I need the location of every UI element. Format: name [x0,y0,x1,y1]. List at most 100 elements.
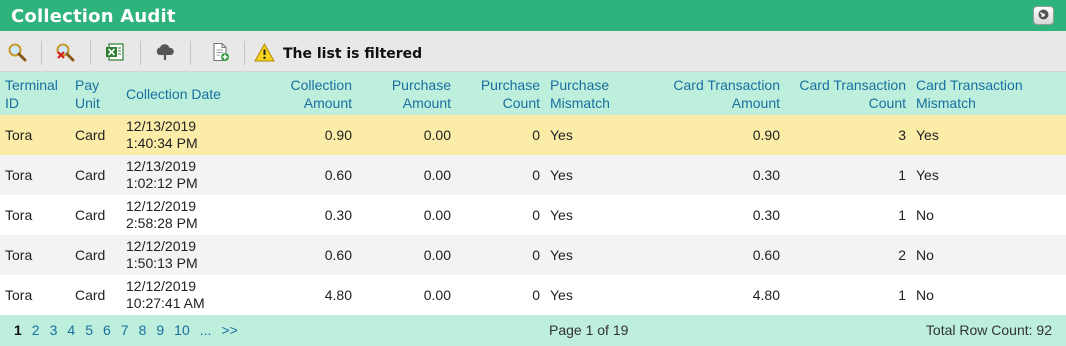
cell-purchase-count: 0 [456,155,545,195]
cell-purchase-amount: 0.00 [357,195,456,235]
cell-purchase-mismatch: Yes [545,235,659,275]
next-pages-link[interactable]: >> [221,322,237,338]
cell-pay-unit: Card [70,155,121,195]
cell-pay-unit: Card [70,235,121,275]
cell-purchase-amount: 0.00 [357,115,456,155]
column-header-card-transaction-count[interactable]: Card Transaction Count [785,72,911,115]
cell-card-transaction-mismatch: Yes [911,115,1066,155]
cell-purchase-count: 0 [456,275,545,315]
page-info: Page 1 of 19 [549,322,629,338]
cell-collection-amount: 0.90 [247,115,357,155]
page-link[interactable]: 3 [50,322,58,338]
toolbar: The list is filtered [0,31,1066,72]
column-header-collection-date[interactable]: Collection Date [121,72,247,115]
filter-warning: The list is filtered [254,42,423,65]
pager: 1 2 3 4 5 6 7 8 9 10... >> Page 1 of 19 Total Row … [0,315,1066,346]
clear-filter-button[interactable] [54,42,76,64]
column-header-purchase-amount[interactable]: Purchase Amount [357,72,456,115]
minimize-button[interactable] [1033,6,1054,25]
table-row[interactable]: Tora Card 12/13/2019 1:02:12 PM 0.60 0.00 0 Yes… [0,155,1066,195]
upload-button[interactable] [154,42,176,64]
table-row[interactable]: Tora Card 12/13/2019 1:40:34 PM 0.90 0.00 0 Yes… [0,115,1066,155]
search-button[interactable] [6,42,28,64]
cell-purchase-count: 0 [456,235,545,275]
page-links: 1 2 3 4 5 6 7 8 9 10... >> [14,322,248,338]
title-bar: Collection Audit [0,0,1066,31]
page-link[interactable]: 7 [121,322,129,338]
cell-purchase-mismatch: Yes [545,115,659,155]
table-row[interactable]: Tora Card 12/12/2019 1:50:13 PM 0.60 0.00 0 Yes… [0,235,1066,275]
table-header-row: Terminal ID Pay Unit Collection Date Colle… [0,72,1066,115]
cell-collection-date: 12/12/2019 10:27:41 AM [121,275,247,315]
page-link[interactable]: 6 [103,322,111,338]
column-header-purchase-mismatch[interactable]: Purchase Mismatch [545,72,659,115]
export-document-button[interactable] [209,42,231,64]
cell-collection-amount: 0.60 [247,235,357,275]
upload-icon [155,42,175,65]
export-excel-icon [105,42,125,65]
column-header-collection-amount[interactable]: Collection Amount [247,72,357,115]
more-pages-link[interactable]: ... [200,322,212,338]
cell-card-transaction-mismatch: No [911,235,1066,275]
export-document-icon [210,42,230,65]
cell-purchase-count: 0 [456,195,545,235]
cell-card-transaction-amount: 0.60 [659,235,785,275]
toolbar-divider [140,41,141,65]
column-header-pay-unit[interactable]: Pay Unit [70,72,121,115]
column-header-card-transaction-mismatch[interactable]: Card Transaction Mismatch [911,72,1066,115]
cell-purchase-amount: 0.00 [357,155,456,195]
cell-card-transaction-amount: 0.90 [659,115,785,155]
cell-card-transaction-amount: 0.30 [659,155,785,195]
page-link[interactable]: 1 [14,322,22,338]
cell-collection-date: 12/12/2019 2:58:28 PM [121,195,247,235]
filter-message: The list is filtered [283,46,423,62]
cell-collection-date: 12/13/2019 1:02:12 PM [121,155,247,195]
cell-collection-amount: 0.60 [247,155,357,195]
cell-card-transaction-mismatch: No [911,195,1066,235]
table-row[interactable]: Tora Card 12/12/2019 2:58:28 PM 0.30 0.00 0 Yes… [0,195,1066,235]
cell-card-transaction-count: 2 [785,235,911,275]
warning-icon [254,42,275,65]
cell-purchase-mismatch: Yes [545,275,659,315]
cell-card-transaction-amount: 4.80 [659,275,785,315]
cell-card-transaction-count: 1 [785,155,911,195]
page-link[interactable]: 2 [32,322,40,338]
search-icon [7,42,27,65]
page-title: Collection Audit [11,6,176,27]
cell-purchase-amount: 0.00 [357,235,456,275]
cell-terminal-id: Tora [0,195,70,235]
cell-card-transaction-mismatch: Yes [911,155,1066,195]
page-link[interactable]: 4 [67,322,75,338]
cell-collection-amount: 0.30 [247,195,357,235]
toolbar-divider [90,41,91,65]
page-link[interactable]: 8 [139,322,147,338]
cell-card-transaction-count: 1 [785,195,911,235]
cell-card-transaction-amount: 0.30 [659,195,785,235]
page-link[interactable]: 9 [156,322,164,338]
page-link[interactable]: 5 [85,322,93,338]
cell-card-transaction-count: 1 [785,275,911,315]
cell-pay-unit: Card [70,115,121,155]
cell-collection-date: 12/13/2019 1:40:34 PM [121,115,247,155]
column-header-card-transaction-amount[interactable]: Card Transaction Amount [659,72,785,115]
cell-terminal-id: Tora [0,275,70,315]
cell-card-transaction-count: 3 [785,115,911,155]
cell-terminal-id: Tora [0,155,70,195]
collection-audit-table: Terminal ID Pay Unit Collection Date Colle… [0,72,1066,315]
cell-purchase-mismatch: Yes [545,155,659,195]
export-excel-button[interactable] [104,42,126,64]
toolbar-divider [190,41,191,65]
cell-pay-unit: Card [70,275,121,315]
cell-purchase-amount: 0.00 [357,275,456,315]
cell-purchase-count: 0 [456,115,545,155]
column-header-purchase-count[interactable]: Purchase Count [456,72,545,115]
minimize-icon [1037,8,1050,24]
cell-card-transaction-mismatch: No [911,275,1066,315]
cell-terminal-id: Tora [0,235,70,275]
clear-filter-icon [55,42,75,65]
column-header-terminal-id[interactable]: Terminal ID [0,72,70,115]
cell-purchase-mismatch: Yes [545,195,659,235]
cell-terminal-id: Tora [0,115,70,155]
table-row[interactable]: Tora Card 12/12/2019 10:27:41 AM 4.80 0.00 0 Ye… [0,275,1066,315]
page-link[interactable]: 10 [174,322,190,338]
